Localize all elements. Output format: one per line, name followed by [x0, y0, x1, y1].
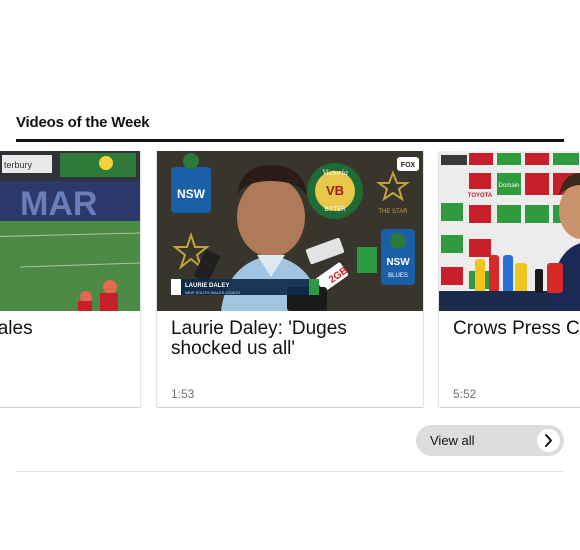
thumbnail-text: terbury — [4, 160, 33, 170]
thumbnail-text: VB — [326, 183, 344, 198]
thumbnail-text: FOX — [401, 162, 416, 169]
video-thumbnail[interactable]: TOYOTA Domain — [439, 151, 580, 311]
thumbnail-text: BITTER — [324, 207, 346, 213]
thumbnail-text: NEW SOUTH WALES COACH — [185, 290, 240, 295]
thumbnail-text: NSW — [177, 187, 206, 201]
chevron-right-icon — [537, 429, 560, 452]
video-title[interactable]: Crows Press Co — [453, 319, 580, 339]
thumbnail-text: TOYOTA — [468, 193, 493, 199]
thumbnail-text: LAURIE DALEY — [185, 283, 229, 289]
view-all-label: View all — [430, 433, 475, 448]
thumbnail-text: MAR — [20, 185, 97, 223]
video-card[interactable]: TOYOTA Domain Crows Press Co 5:52 — [439, 151, 580, 407]
view-all-button[interactable]: View all — [416, 425, 564, 456]
heading-rule — [16, 139, 564, 142]
video-thumbnail[interactable]: NSW VB Victoria BITTER THE STAR FOX NSW … — [157, 151, 423, 311]
video-card[interactable]: MAR terbury wales — [0, 151, 140, 407]
thumbnail-text: THE STAR — [378, 209, 408, 215]
section-divider — [16, 471, 564, 472]
thumbnail-text: NSW — [386, 257, 410, 268]
thumbnail-text: Victoria — [322, 168, 348, 177]
video-carousel[interactable]: MAR terbury wales — [0, 151, 580, 408]
video-card[interactable]: NSW VB Victoria BITTER THE STAR FOX NSW … — [157, 151, 423, 407]
thumbnail-text: BLUES — [388, 273, 408, 279]
video-duration: 1:53 — [171, 387, 195, 401]
videos-of-the-week-section: Videos of the Week MAR terbury ales NSW … — [0, 0, 580, 550]
video-thumbnail[interactable]: MAR terbury — [0, 151, 140, 311]
video-title[interactable]: wales — [0, 319, 132, 339]
section-heading: Videos of the Week — [16, 114, 150, 131]
thumbnail-text: Domain — [499, 183, 520, 189]
video-duration: 5:52 — [453, 387, 477, 401]
video-title[interactable]: Laurie Daley: 'Duges shocked us all' — [171, 319, 415, 359]
